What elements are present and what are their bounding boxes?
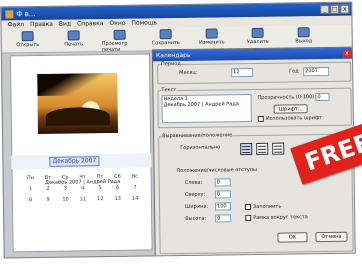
menu-support[interactable]: Помощь [131,19,157,26]
dialog-titlebar: Календарь x [152,47,353,62]
day-cell: 14 [131,195,139,202]
fill-checkbox[interactable] [245,204,252,211]
delete-icon [251,27,264,39]
palm-shape [37,72,118,97]
transparency-label: Прозрачность (0-100): [257,94,317,101]
app-window: Ф в... _ □ x Файл Правка Вид Справка Окно … [0,1,356,259]
alignment-group-label: Выравнивание/положение [162,132,233,140]
font-button[interactable]: Шрифт... [273,104,308,114]
weekday-label: Ср [61,174,69,181]
dialog-close-icon[interactable]: x [342,49,351,58]
day-cell: 4 [81,185,85,192]
top-field[interactable]: 0 [214,190,231,199]
day-cell: 2 [46,185,50,192]
year-label: Год [289,68,299,75]
horizontal-label: Горизонтально [180,144,221,152]
exit-button[interactable]: Выход [286,27,322,45]
period-group-label: Период [161,60,181,68]
day-cell: 13 [114,195,121,202]
text-group-label: Текст [161,87,177,94]
cancel-button[interactable]: Отмена [315,231,348,243]
day-cell: 8 [28,197,33,204]
day-cell: 5 [98,185,102,192]
menu-window[interactable]: Окно [109,20,125,27]
save-icon [159,29,172,40]
delete-button[interactable]: Удалить [240,27,276,46]
menu-view[interactable]: Вид [59,21,71,28]
weekday-label: Вс [131,173,139,180]
day-cell: 3 [63,185,67,192]
preview-icon [113,29,126,40]
island-shape [45,106,110,126]
border-checkbox-label: Рамка вокруг текста [253,214,308,221]
align-center-button[interactable] [256,142,269,155]
open-button[interactable]: Открыть [10,31,46,49]
text-area[interactable]: Неделя 1 Декабрь 2007 | Андрей Рада [161,94,252,124]
app-icon [5,9,14,18]
height-label: Высота: [185,215,207,222]
top-label: Сверху: [184,191,206,198]
width-label: Ширина: [184,203,209,210]
day-cell: 7 [133,184,137,191]
day-cell: 10 [62,196,69,203]
font-checkbox-label: Использовать шрифт [265,115,323,122]
day-cell: 11 [79,196,87,203]
print-button[interactable]: Печать [56,30,92,48]
menu-edit[interactable]: Правка [30,21,53,28]
transparency-field[interactable]: 0 [315,92,330,102]
left-label: Слева: [184,179,203,186]
preview-button[interactable]: Просмотр печати [102,29,138,53]
edit-button[interactable]: Изменить [194,28,230,46]
align-right-button[interactable] [272,142,285,155]
text-line: Декабрь 2007 | Андрей Рада [163,101,239,109]
weekday-label: Чт [79,174,86,181]
calendar-grid: Пн Вт Ср Чт Пт Сб Вс 1 2 3 4 5 6 7 8 9 1… [22,174,144,204]
folder-icon [21,31,34,42]
width-field[interactable]: 100 [214,202,232,211]
calendar-title: Декабрь 2007 [49,156,100,167]
weekday-label: Сб [114,173,121,180]
month-field[interactable]: 12 [231,67,254,78]
weekday-label: Вт [44,174,51,181]
day-cell: 9 [46,196,50,203]
minimize-button[interactable]: _ [320,4,330,15]
day-cell: 1 [28,186,33,193]
font-checkbox[interactable] [257,115,264,122]
app-title: Ф в... [16,9,36,18]
menu-help[interactable]: Справка [77,20,104,27]
menu-file[interactable]: Файл [7,21,24,28]
edit-icon [205,28,218,39]
printer-icon [67,30,80,41]
close-button[interactable]: x [340,4,350,14]
weekday-label: Пт [96,174,104,181]
save-button[interactable]: Сохранить [148,29,184,47]
month-label: Месяц: [179,69,198,77]
left-field[interactable]: 0 [214,178,231,187]
height-field[interactable]: 0 [215,214,232,223]
day-cell: 6 [115,184,120,191]
weekday-label: Пн [26,175,34,182]
calendar-photo [37,72,118,134]
position-group-label: Положение/числовые отступы [176,166,258,175]
dialog-title: Календарь [155,51,191,60]
maximize-button[interactable]: □ [330,4,340,14]
day-cell: 12 [97,196,104,203]
exit-icon [297,27,310,38]
fill-checkbox-label: Заполнить [253,203,282,211]
border-checkbox[interactable] [245,215,252,222]
align-left-button[interactable] [240,143,253,156]
year-field[interactable]: 2007 [303,66,330,77]
ok-button[interactable]: OK [277,232,308,243]
